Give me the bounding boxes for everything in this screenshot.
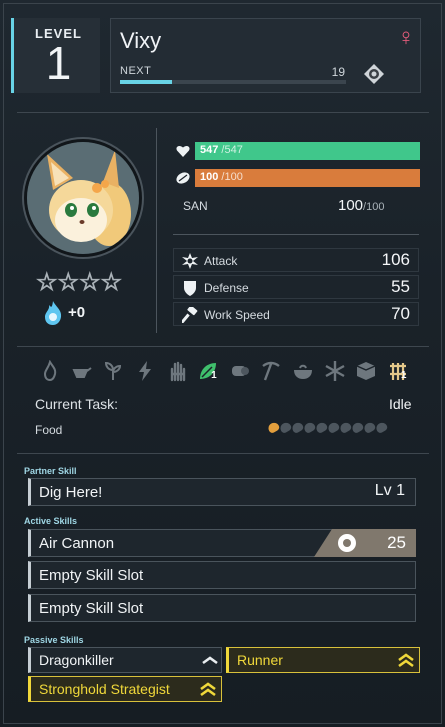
work-speed-label: Work Speed [204, 308, 270, 322]
stomach-text: 100 /100 [200, 171, 243, 183]
gathering-slot: 1 [197, 360, 219, 382]
next-label: NEXT [120, 65, 152, 77]
attack-icon [182, 253, 198, 269]
cooling-icon [325, 361, 345, 381]
hp-text: 547 /547 [200, 144, 243, 156]
active-skill-slot-2[interactable]: Empty Skill Slot [28, 561, 416, 589]
passive-skill-runner[interactable]: Runner [226, 647, 420, 673]
active-skill-name: Empty Skill Slot [39, 600, 144, 617]
planting-icon [105, 361, 122, 380]
heart-icon [176, 145, 190, 157]
soul-bonus: +0 [68, 304, 86, 321]
partner-skill-level: Lv 1 [374, 482, 405, 499]
vixy-portrait-icon [27, 142, 139, 254]
food-label: Food [35, 423, 63, 437]
vertical-divider [156, 128, 157, 333]
soul-flame-icon [45, 301, 62, 325]
partner-skill-name: Dig Here! [39, 484, 103, 501]
san-value: 100/100 [338, 197, 385, 214]
kindling-icon [43, 360, 57, 382]
rank-up-1-icon [202, 656, 218, 665]
passive-skill-dragonkiller[interactable]: Dragonkiller [28, 647, 222, 673]
gathering-level: 1 [211, 370, 217, 381]
stat-row-work-speed: Work Speed 70 [173, 302, 419, 326]
san-label: SAN [183, 199, 208, 213]
skill-cooldown-box: 25 [314, 529, 416, 557]
pal-summary-panel: LEVEL 1 Vixy ♀ NEXT 19 ☆☆☆☆ +0 547 /547 … [0, 0, 445, 727]
section-divider [17, 112, 429, 113]
neutral-element-icon [338, 534, 356, 552]
lumbering-icon [231, 366, 249, 376]
attack-value: 106 [381, 250, 410, 269]
element-icon [364, 64, 384, 84]
farming-level: 1 [400, 370, 407, 381]
partner-skill-label: Partner Skill [24, 466, 77, 476]
rank-up-2-icon [398, 653, 414, 668]
current-task-value: Idle [389, 396, 412, 412]
stats-divider [173, 234, 419, 235]
passive-skill-name: Stronghold Strategist [39, 681, 170, 697]
passive-skill-name: Dragonkiller [39, 652, 114, 668]
shield-icon [184, 281, 196, 296]
work-speed-value: 70 [391, 304, 410, 323]
active-skill-slot-1[interactable]: Air Cannon 25 [28, 529, 416, 557]
star-rank: ☆☆☆☆ [35, 269, 123, 297]
active-skill-name: Air Cannon [39, 535, 115, 552]
skill-cooldown-value: 25 [387, 533, 406, 552]
hammer-icon [182, 307, 198, 323]
section-divider [17, 346, 429, 347]
hp-bar: 547 /547 [195, 142, 420, 160]
transporting-icon [356, 362, 376, 380]
active-skills-label: Active Skills [24, 516, 78, 526]
medicine-icon [294, 364, 312, 379]
xp-bar [120, 80, 346, 84]
farming-slot: 1 [387, 360, 409, 382]
passive-skill-stronghold-strategist[interactable]: Stronghold Strategist [28, 676, 222, 702]
electricity-icon [138, 361, 151, 381]
defense-label: Defense [204, 281, 249, 295]
active-skill-name: Empty Skill Slot [39, 567, 144, 584]
food-icon [176, 172, 190, 184]
partner-skill-slot[interactable]: Dig Here! Lv 1 [28, 478, 416, 506]
rank-up-2-icon [200, 682, 216, 697]
mining-icon [262, 361, 281, 381]
food-meter [266, 420, 389, 435]
passive-skill-name: Runner [237, 652, 283, 668]
pal-portrait [24, 139, 142, 257]
name-box: Vixy ♀ NEXT 19 [110, 18, 421, 93]
pal-name[interactable]: Vixy [120, 28, 161, 54]
female-icon: ♀ [397, 24, 415, 51]
current-task-label: Current Task: [35, 396, 118, 412]
next-value: 19 [331, 65, 345, 79]
defense-value: 55 [391, 277, 410, 296]
watering-icon [72, 367, 92, 378]
attack-label: Attack [204, 254, 238, 268]
passive-skills-label: Passive Skills [24, 635, 84, 645]
active-skill-slot-3[interactable]: Empty Skill Slot [28, 594, 416, 622]
level-box: LEVEL 1 [11, 18, 100, 93]
xp-bar-fill [120, 80, 172, 84]
stat-row-defense: Defense 55 [173, 275, 419, 299]
section-divider [17, 453, 429, 454]
stat-row-attack: Attack 106 [173, 248, 419, 272]
level-value: 1 [45, 37, 72, 89]
handiwork-icon [170, 361, 185, 382]
stomach-bar: 100 /100 [195, 169, 420, 187]
work-suitability-row: 1 1 [39, 360, 409, 384]
